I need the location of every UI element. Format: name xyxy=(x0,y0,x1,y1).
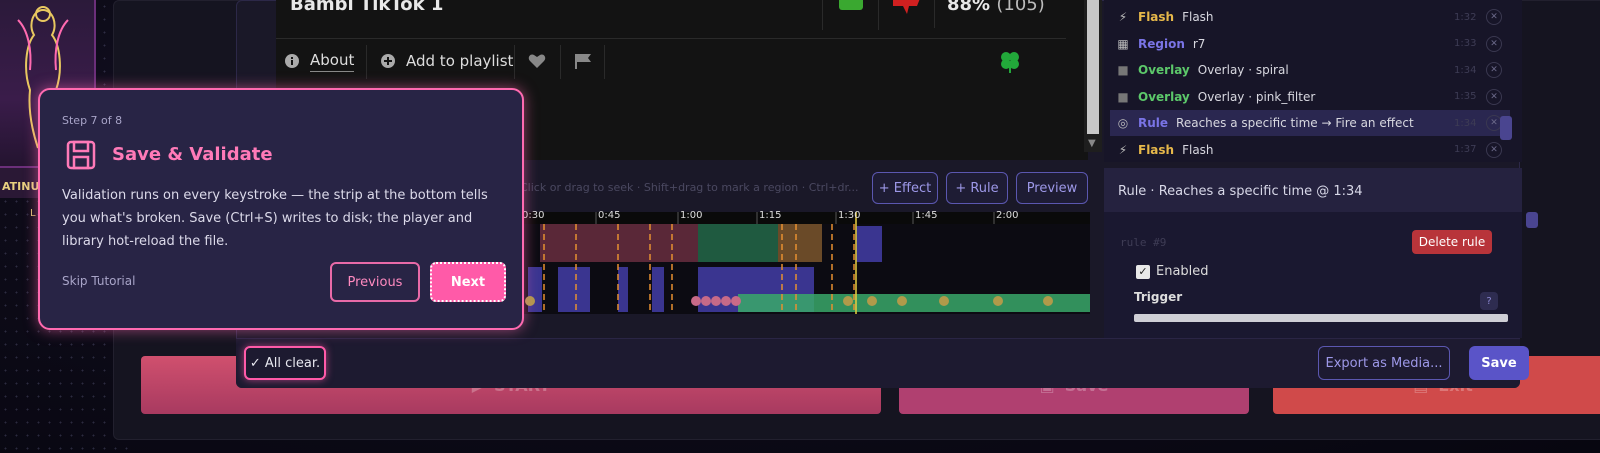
rating-count: (105) xyxy=(996,0,1045,15)
enabled-toggle[interactable]: ✓ Enabled xyxy=(1136,264,1209,279)
event-list-item[interactable]: ■ Overlay Overlay · spiral 1:34 ✕ xyxy=(1110,57,1510,83)
timeline-tick-label: 1:15 xyxy=(759,210,782,221)
delete-rule-button[interactable]: Delete rule xyxy=(1412,230,1492,254)
bolt-icon: ⚡ xyxy=(1118,10,1128,24)
favorite-button[interactable] xyxy=(528,39,546,83)
thumbs-up-icon xyxy=(839,0,863,10)
event-label: Reaches a specific time → Fire an effect xyxy=(1176,116,1414,130)
remove-event-icon[interactable]: ✕ xyxy=(1486,62,1502,78)
remove-event-icon[interactable]: ✕ xyxy=(1486,141,1502,158)
event-label: Overlay · pink_filter xyxy=(1197,89,1316,104)
video-scrollbar[interactable]: ▼ xyxy=(1084,0,1102,152)
event-label: Overlay · spiral xyxy=(1197,63,1289,77)
timeline-tick-label: 0:30 xyxy=(522,210,545,221)
event-type: Overlay xyxy=(1138,89,1190,104)
tutorial-popover: Step 7 of 8 Save & Validate Validation r… xyxy=(38,88,524,330)
clover-badge xyxy=(998,39,1022,83)
event-type: Flash xyxy=(1138,10,1175,24)
grid-icon: ▦ xyxy=(1117,36,1129,51)
event-time: 1:37 xyxy=(1454,144,1477,155)
add-to-playlist-label: Add to playlist xyxy=(406,52,514,70)
about-label: About xyxy=(310,51,355,72)
add-rule-button[interactable]: + Rule xyxy=(946,172,1008,204)
event-time: 1:34 xyxy=(1454,64,1477,76)
bolt-icon: ⚡ xyxy=(1118,142,1128,157)
floppy-disk-icon xyxy=(66,140,96,170)
scroll-down-icon[interactable]: ▼ xyxy=(1088,138,1096,149)
event-type: Flash xyxy=(1138,142,1175,157)
info-icon xyxy=(285,54,299,68)
timeline-tick-label: 1:30 xyxy=(838,210,861,221)
rating-display: 88% (105) xyxy=(934,0,1045,28)
event-label: r7 xyxy=(1192,36,1206,51)
poster-caption-2: L xyxy=(30,208,36,219)
plus-circle-icon xyxy=(381,54,395,68)
next-button[interactable]: Next xyxy=(430,262,506,302)
event-time: 1:34 xyxy=(1454,117,1477,129)
export-media-button[interactable]: Export as Media... xyxy=(1318,346,1450,380)
thumbs-down-button[interactable] xyxy=(878,0,934,30)
video-title: Bambi TikTok 1 xyxy=(290,0,444,15)
event-list-item[interactable]: ⚡ Flash Flash 1:37 ✕ xyxy=(1110,137,1510,163)
timeline-tick-label: 2:00 xyxy=(996,210,1019,221)
skip-tutorial-link[interactable]: Skip Tutorial xyxy=(62,274,135,288)
timeline-track[interactable] xyxy=(520,212,1090,314)
thumbs-down-icon xyxy=(893,0,920,14)
enabled-label: Enabled xyxy=(1156,264,1209,279)
report-button[interactable] xyxy=(574,39,592,83)
enabled-checkbox[interactable]: ✓ xyxy=(1136,264,1150,279)
detail-scrollbar[interactable] xyxy=(1526,212,1538,228)
add-to-playlist-button[interactable]: Add to playlist xyxy=(380,39,513,83)
event-type: Overlay xyxy=(1138,63,1190,77)
timeline-hint: Click or drag to seek · Shift+drag to ma… xyxy=(520,181,859,194)
timeline-tick-label: 1:00 xyxy=(680,210,703,221)
save-button[interactable]: Save xyxy=(1469,346,1529,380)
about-tab[interactable]: About xyxy=(284,39,355,83)
timeline-tick-label: 1:45 xyxy=(915,210,938,221)
detail-title: Rule · Reaches a specific time @ 1:34 xyxy=(1118,184,1363,199)
trigger-label: Trigger xyxy=(1134,290,1183,304)
remove-event-icon[interactable]: ✕ xyxy=(1486,88,1502,105)
video-toolbar: About Add to playlist xyxy=(276,38,1066,82)
rating-percent: 88% xyxy=(947,0,991,15)
event-time: 1:35 xyxy=(1454,91,1477,102)
target-icon: ◎ xyxy=(1117,116,1129,130)
square-icon: ■ xyxy=(1117,89,1129,104)
remove-event-icon[interactable]: ✕ xyxy=(1486,35,1502,52)
event-list-item[interactable]: ▦ Region r7 1:33 ✕ xyxy=(1110,31,1510,57)
event-time: 1:32 xyxy=(1454,11,1477,23)
event-label: Flash xyxy=(1182,142,1214,157)
heart-icon xyxy=(528,54,546,68)
event-type: Region xyxy=(1138,36,1185,51)
tutorial-step: Step 7 of 8 xyxy=(62,114,123,127)
app-root: ATINU L ▶START ▣Save ▤Exit Bambi TikTok … xyxy=(0,0,1600,453)
tutorial-title: Save & Validate xyxy=(112,144,273,165)
timeline-tick-label: 0:45 xyxy=(598,210,621,221)
tutorial-text: Validation runs on every keystroke — the… xyxy=(62,188,488,249)
previous-button[interactable]: Previous xyxy=(330,262,420,302)
validation-status[interactable]: ✓ All clear. xyxy=(244,346,326,380)
event-time: 1:33 xyxy=(1454,38,1477,49)
rule-id: rule #9 xyxy=(1120,236,1167,249)
event-list-scrollbar[interactable] xyxy=(1500,116,1512,140)
thumbs-up-button[interactable] xyxy=(822,0,878,30)
event-list-item[interactable]: ◎ Rule Reaches a specific time → Fire an e… xyxy=(1110,110,1510,136)
clover-icon xyxy=(1001,52,1019,73)
event-label: Flash xyxy=(1182,10,1214,24)
scrollbar-thumb[interactable] xyxy=(1087,0,1099,134)
event-list-item[interactable]: ⚡ Flash Flash 1:32 ✕ xyxy=(1110,4,1510,30)
trigger-select[interactable] xyxy=(1134,314,1508,322)
event-list-item[interactable]: ■ Overlay Overlay · pink_filter 1:35 ✕ xyxy=(1110,84,1510,110)
add-effect-button[interactable]: + Effect xyxy=(872,172,938,204)
preview-button[interactable]: Preview xyxy=(1016,172,1088,204)
event-type: Rule xyxy=(1138,116,1169,130)
timeline-tracks-graphic xyxy=(520,212,1090,314)
remove-event-icon[interactable]: ✕ xyxy=(1486,9,1502,25)
square-icon: ■ xyxy=(1117,63,1129,77)
help-icon[interactable]: ? xyxy=(1480,292,1498,310)
flag-icon xyxy=(575,54,591,69)
